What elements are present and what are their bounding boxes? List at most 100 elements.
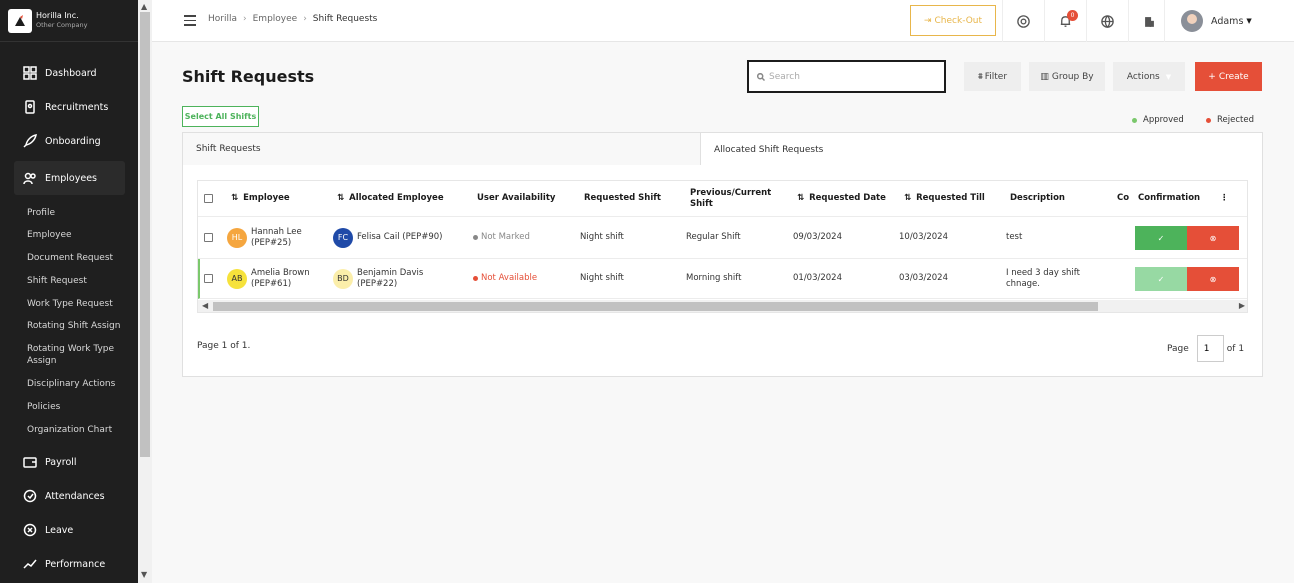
column-header-allocated-employee[interactable]: ⇅ Allocated Employee	[337, 181, 444, 216]
allocated-employee-cell: FC Felisa Cail (PEP#90)	[333, 217, 442, 258]
tab-allocated-shift-requests[interactable]: Allocated Shift Requests	[700, 132, 1263, 166]
page-title: Shift Requests	[182, 67, 315, 86]
sidebar-subitem-document-request[interactable]: Document Request	[27, 252, 127, 264]
sidebar-item-onboarding[interactable]: Onboarding	[14, 124, 125, 158]
sidebar-item-performance[interactable]: Performance	[14, 547, 125, 581]
approve-button[interactable]: ✓	[1135, 226, 1187, 250]
row-checkbox[interactable]	[204, 217, 213, 258]
column-header-description: Description	[1010, 193, 1065, 203]
breadcrumb-item[interactable]: Employee	[253, 14, 298, 24]
breadcrumb-item[interactable]: Horilla	[208, 14, 237, 24]
settings-button[interactable]	[1002, 0, 1044, 42]
table-row[interactable]: HL Hannah Lee (PEP#25) FC Felisa Cail (PE…	[198, 217, 1247, 259]
sidebar-item-label: Leave	[45, 524, 74, 536]
reject-button[interactable]: ⊗	[1187, 267, 1239, 291]
sort-icon: ⇅	[337, 193, 345, 203]
sidebar-subitem-employee[interactable]: Employee	[27, 229, 127, 241]
table-scroll-thumb[interactable]	[213, 302, 1098, 311]
company-subtitle: Other Company	[36, 21, 88, 29]
company-switcher[interactable]: Horilla Inc. Other Company	[0, 0, 138, 42]
sidebar-item-label: Dashboard	[45, 67, 97, 79]
tab-shift-requests[interactable]: Shift Requests	[182, 132, 701, 166]
create-button[interactable]: + Create	[1195, 62, 1262, 91]
user-name: Adams	[1211, 15, 1244, 27]
scroll-down-arrow-icon[interactable]: ▼	[141, 570, 147, 579]
filter-button[interactable]: ⩩ Filter	[964, 62, 1021, 91]
allocated-employee-avatar: FC	[333, 227, 353, 248]
description-cell: I need 3 day shift chnage.	[1006, 267, 1080, 289]
allocated-employee-avatar: BD	[333, 268, 353, 289]
notifications-button[interactable]: 0	[1044, 0, 1086, 42]
requested-till-cell: 03/03/2024	[899, 273, 948, 283]
scroll-left-arrow-icon[interactable]: ◀	[202, 301, 208, 310]
column-header-comment: Co	[1117, 193, 1130, 203]
sidebar-item-employees[interactable]: Employees	[14, 161, 125, 195]
chevron-down-icon: ▼	[1165, 72, 1172, 81]
approve-button[interactable]: ✓	[1135, 267, 1187, 291]
rocket-icon	[22, 133, 38, 149]
leave-icon	[22, 522, 38, 538]
check-icon: ✓	[1157, 274, 1165, 284]
language-button[interactable]	[1086, 0, 1128, 42]
table-row[interactable]: AB Amelia Brown (PEP#61) BD Benjamin Davi…	[198, 259, 1247, 299]
column-options-icon[interactable]: ⋮	[1220, 181, 1229, 216]
menu-toggle-icon[interactable]	[184, 15, 196, 26]
page-number-input[interactable]	[1196, 335, 1224, 362]
search-input[interactable]	[769, 71, 939, 82]
tabs: Shift Requests Allocated Shift Requests	[182, 132, 1263, 166]
search-box[interactable]	[747, 60, 946, 93]
reject-button[interactable]: ⊗	[1187, 226, 1239, 250]
reject-icon: ⊗	[1209, 274, 1217, 284]
scroll-right-arrow-icon[interactable]: ▶	[1239, 301, 1245, 310]
sidebar-subitem-disciplinary-actions[interactable]: Disciplinary Actions	[27, 378, 127, 390]
sidebar-subitem-rotating-shift-assign[interactable]: Rotating Shift Assign	[27, 320, 127, 332]
chevron-down-icon: ▼	[1246, 17, 1252, 25]
sidebar-item-payroll[interactable]: Payroll	[14, 445, 125, 479]
column-header-employee[interactable]: ⇅ Employee	[231, 181, 290, 216]
sort-icon: ⇅	[904, 193, 912, 203]
select-all-shifts-button[interactable]: Select All Shifts	[182, 106, 259, 127]
table-horizontal-scrollbar[interactable]: ◀ ▶	[198, 300, 1247, 312]
sidebar-subitem-organization-chart[interactable]: Organization Chart	[27, 424, 127, 436]
sidebar-subitem-profile[interactable]: Profile	[27, 207, 127, 219]
reject-icon: ⊗	[1209, 233, 1217, 243]
employee-name: Hannah Lee	[251, 226, 302, 237]
legend-label: Rejected	[1217, 115, 1254, 125]
group-by-button[interactable]: ▥ Group By	[1029, 62, 1105, 91]
filter-label: Filter	[984, 71, 1008, 82]
sidebar-item-leave[interactable]: Leave	[14, 513, 125, 547]
availability-status: Not Available	[473, 259, 537, 298]
sidebar-item-dashboard[interactable]: Dashboard	[14, 56, 125, 90]
sidebar: Horilla Inc. Other Company Dashboard Rec…	[0, 0, 138, 583]
sidebar-subitem-work-type-request[interactable]: Work Type Request	[27, 298, 127, 310]
dashboard-icon	[22, 65, 38, 81]
logout-icon: ⇥	[923, 15, 932, 26]
checkout-button[interactable]: ⇥ Check-Out	[910, 5, 996, 36]
employee-name: Amelia Brown	[251, 267, 310, 278]
allocated-employee-id: (PEP#22)	[357, 278, 398, 289]
actions-button[interactable]: Actions ▼	[1113, 62, 1185, 91]
select-all-checkbox[interactable]	[204, 181, 213, 216]
user-menu[interactable]: Adams ▼	[1164, 0, 1252, 42]
allocated-employee-name: Benjamin Davis	[357, 267, 424, 278]
users-icon	[22, 170, 38, 186]
column-header-requested-till[interactable]: ⇅ Requested Till	[904, 181, 985, 216]
scroll-up-arrow-icon[interactable]: ▲	[141, 2, 147, 11]
scrollbar-thumb[interactable]	[140, 12, 150, 457]
legend-approved[interactable]: Approved	[1132, 115, 1184, 125]
availability-status: Not Marked	[473, 217, 530, 258]
employee-cell: HL Hannah Lee (PEP#25)	[227, 217, 302, 258]
sidebar-item-recruitments[interactable]: Recruitments	[14, 90, 125, 124]
sidebar-subitem-policies[interactable]: Policies	[27, 401, 127, 413]
approved-dot-icon	[1132, 117, 1137, 123]
sidebar-scrollbar[interactable]: ▲ ▼	[138, 0, 152, 583]
sidebar-item-attendances[interactable]: Attendances	[14, 479, 125, 513]
sidebar-item-label: Attendances	[45, 490, 105, 502]
legend-rejected[interactable]: Rejected	[1206, 115, 1254, 125]
sidebar-subitem-rotating-work-type-assign[interactable]: Rotating Work Type Assign	[27, 343, 127, 367]
row-checkbox[interactable]	[204, 259, 213, 298]
column-header-requested-date[interactable]: ⇅ Requested Date	[797, 181, 886, 216]
sidebar-subitem-shift-request[interactable]: Shift Request	[27, 275, 127, 287]
legend-label: Approved	[1143, 115, 1184, 125]
actions-label: Actions	[1126, 71, 1160, 82]
